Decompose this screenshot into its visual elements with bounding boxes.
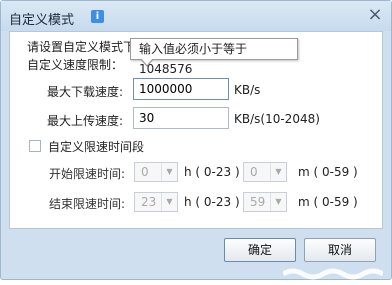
end-hour-value: 23 [141,195,157,209]
close-icon[interactable]: × [367,6,383,24]
time-period-checkbox[interactable] [29,140,41,152]
cancel-button[interactable]: 取消 [304,238,376,262]
start-time-label: 开始限速时间: [49,167,126,181]
start-minute-unit: m ( 0-59 ) [298,165,358,179]
start-hour-unit: h ( 0-23 ) [184,165,240,179]
end-time-label: 结束限速时间: [49,197,126,211]
end-minute-unit: m ( 0-59 ) [298,195,358,209]
title-bar: 自定义模式 i × [1,1,391,31]
download-unit: KB/s [234,83,261,97]
chevron-down-icon: ▼ [270,163,286,181]
chevron-down-icon: ▼ [161,193,177,211]
start-minute-select[interactable]: 0 ▼ [243,162,287,182]
end-minute-value: 59 [250,195,266,209]
end-hour-select[interactable]: 23 ▼ [134,192,178,212]
chevron-down-icon: ▼ [270,193,286,211]
start-hour-select[interactable]: 0 ▼ [134,162,178,182]
download-speed-value: 1000000 [139,82,193,96]
info-icon[interactable]: i [91,10,104,23]
validation-tooltip: 输入值必须小于等于1048576 [130,38,298,76]
ok-button[interactable]: 确定 [224,238,296,262]
end-hour-unit: h ( 0-23 ) [184,195,240,209]
tooltip-arrow-fill [141,58,153,65]
end-minute-select[interactable]: 59 ▼ [243,192,287,212]
download-speed-input[interactable]: 1000000 [133,78,229,100]
upload-speed-input[interactable]: 30 [133,107,229,129]
chevron-down-icon: ▼ [161,163,177,181]
decorative-squiggle [283,268,383,280]
start-minute-value: 0 [250,165,258,179]
dialog-title: 自定义模式 [9,13,75,28]
download-label: 最大下载速度: [47,85,124,99]
upload-unit: KB/s(10-2048) [234,112,320,126]
speed-section-label: 自定义速度限制： [27,58,124,72]
upload-label: 最大上传速度: [47,114,124,128]
upload-speed-value: 30 [139,111,155,125]
settings-panel: 请设置自定义模式下的限速时间段和速度限制 自定义速度限制： 最大下载速度: 10… [9,31,383,229]
start-hour-value: 0 [141,165,149,179]
time-period-checkbox-label[interactable]: 自定义限速时间段 [48,138,144,155]
